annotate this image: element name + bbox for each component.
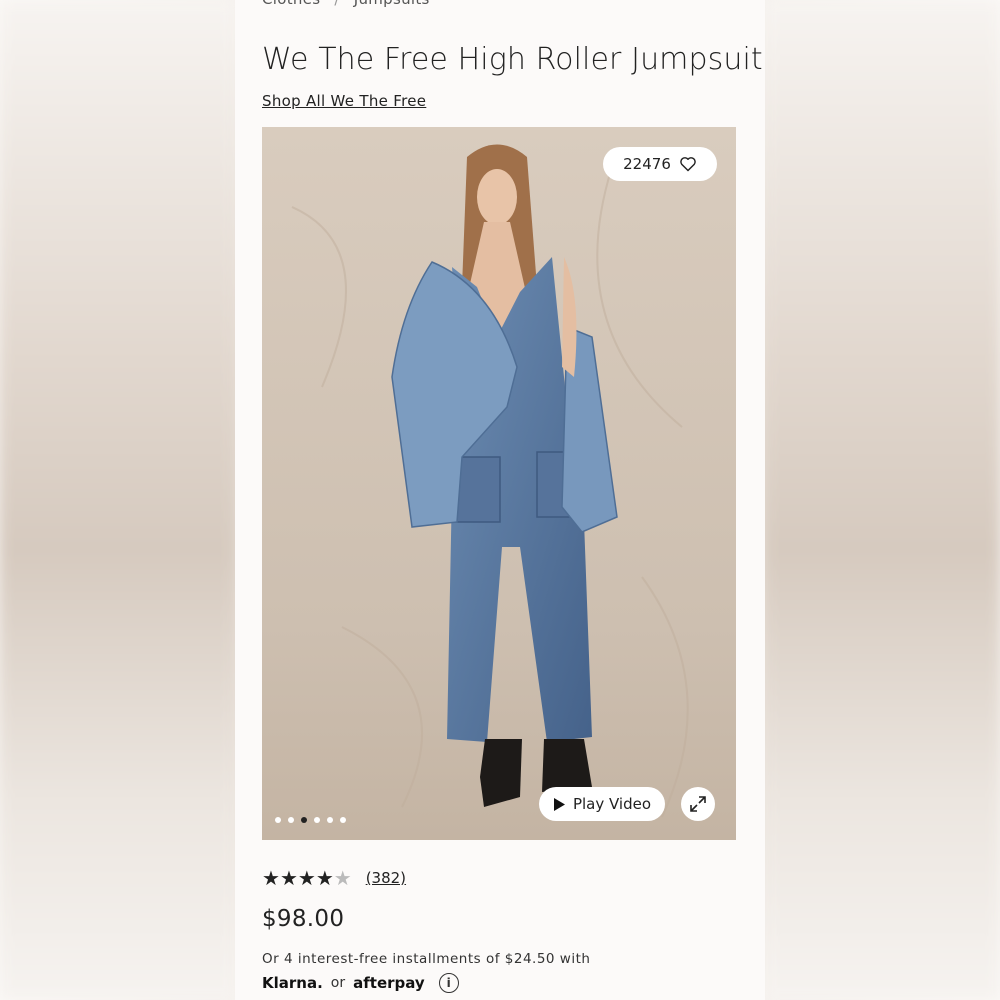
carousel-dot[interactable] bbox=[327, 817, 333, 823]
star-empty-icon: ★ bbox=[333, 866, 352, 890]
carousel-dot[interactable] bbox=[288, 817, 294, 823]
installments-text: Or 4 interest-free installments of $24.5… bbox=[262, 951, 591, 967]
afterpay-logo[interactable]: afterpay bbox=[353, 974, 425, 992]
breadcrumb-item-jumpsuits[interactable]: Jumpsuits bbox=[354, 0, 430, 8]
carousel-dot[interactable] bbox=[314, 817, 320, 823]
product-rating: ★★★★★ (382) bbox=[262, 866, 406, 890]
star-filled-icon: ★ bbox=[262, 866, 280, 890]
blurred-background-right bbox=[765, 0, 1000, 1000]
star-filled-icon: ★ bbox=[315, 866, 334, 890]
carousel-dot-active[interactable] bbox=[301, 817, 307, 823]
heart-icon bbox=[680, 157, 696, 172]
klarna-logo[interactable]: Klarna. bbox=[262, 974, 323, 992]
product-title: We The Free High Roller Jumpsuit bbox=[262, 42, 763, 77]
breadcrumb-separator: / bbox=[334, 0, 339, 8]
star-filled-icon: ★ bbox=[297, 866, 316, 890]
rating-stars: ★★★★★ bbox=[262, 866, 352, 890]
play-video-label: Play Video bbox=[572, 795, 652, 813]
carousel-dots bbox=[275, 817, 346, 823]
info-icon[interactable]: i bbox=[438, 973, 459, 993]
blurred-background-left bbox=[0, 0, 235, 1000]
review-count-link[interactable]: (382) bbox=[366, 869, 406, 887]
product-photo bbox=[262, 127, 736, 840]
shop-brand-link[interactable]: Shop All We The Free bbox=[262, 92, 426, 110]
expand-icon bbox=[690, 796, 706, 812]
favorite-button[interactable]: 22476 bbox=[603, 147, 717, 181]
play-icon bbox=[553, 797, 565, 811]
breadcrumb-item-clothes[interactable]: Clothes bbox=[262, 0, 320, 8]
breadcrumb: Clothes / Jumpsuits bbox=[262, 0, 430, 8]
carousel-dot[interactable] bbox=[275, 817, 281, 823]
payment-options: Klarna. or afterpay i bbox=[262, 973, 459, 993]
product-panel: Clothes / Jumpsuits We The Free High Rolle… bbox=[235, 0, 765, 1000]
play-video-button[interactable]: Play Video bbox=[539, 787, 665, 821]
product-price: $98.00 bbox=[262, 906, 345, 932]
product-image-carousel[interactable]: 22476 Play Video bbox=[262, 127, 736, 840]
carousel-dot[interactable] bbox=[340, 817, 346, 823]
expand-image-button[interactable] bbox=[681, 787, 715, 821]
favorites-count: 22476 bbox=[623, 155, 671, 173]
star-filled-icon: ★ bbox=[279, 866, 298, 890]
pay-or-text: or bbox=[330, 975, 346, 991]
